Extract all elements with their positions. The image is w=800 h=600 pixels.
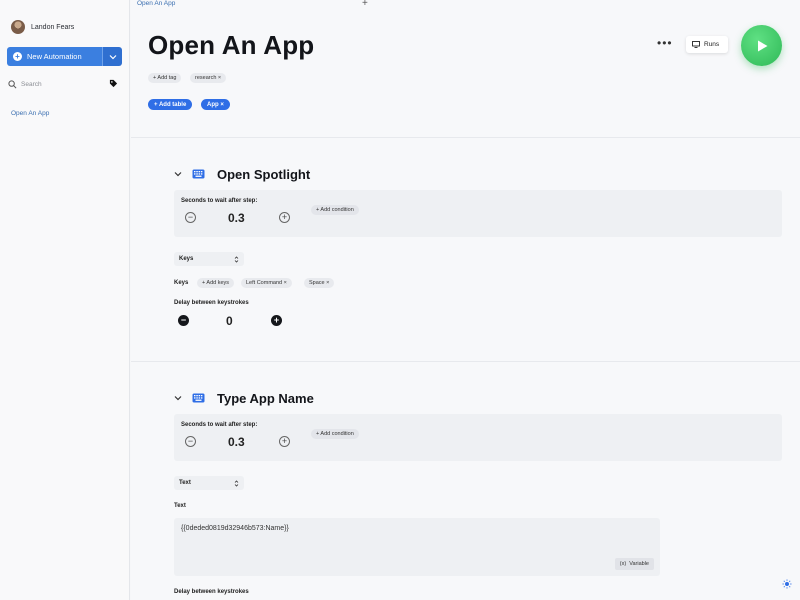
tag-research[interactable]: research ×: [190, 73, 227, 83]
step-title: Type App Name: [217, 391, 314, 406]
step-settings-panel: Seconds to wait after step: − 0.3 + + Ad…: [174, 190, 782, 237]
sidebar-item-open-an-app[interactable]: Open An App: [11, 110, 49, 117]
user-profile[interactable]: Landon Fears: [11, 20, 74, 34]
new-automation-dropdown-button[interactable]: [102, 47, 122, 66]
text-value: {{0deded0819d32946b573:Name}}: [181, 525, 289, 532]
add-tab-button[interactable]: +: [362, 0, 368, 9]
theme-toggle-sun-icon[interactable]: [782, 579, 792, 589]
sidebar: Landon Fears + New Automation Open An Ap…: [0, 0, 130, 600]
decrement-wait-button[interactable]: −: [185, 212, 196, 223]
search-icon: [8, 79, 17, 88]
runs-button[interactable]: Runs: [686, 36, 728, 53]
collapse-step-chevron-icon[interactable]: [174, 171, 182, 177]
avatar: [11, 20, 25, 34]
runs-label: Runs: [704, 41, 720, 48]
delay-value[interactable]: 0: [226, 314, 233, 328]
table-app[interactable]: App ×: [201, 99, 230, 110]
wait-value[interactable]: 0.3: [228, 435, 245, 449]
increment-wait-button[interactable]: +: [279, 436, 290, 447]
run-automation-button[interactable]: [741, 25, 782, 66]
key-chip-left-command[interactable]: Left Command ×: [241, 278, 292, 288]
variable-icon: (x): [619, 561, 627, 567]
search-bar: [8, 77, 120, 91]
variable-button[interactable]: (x) Variable: [614, 558, 654, 570]
decrement-delay-button[interactable]: −: [178, 315, 189, 326]
tag-icon[interactable]: [109, 79, 118, 88]
monitor-icon: [692, 41, 700, 48]
action-type-value: Text: [179, 480, 191, 486]
keyboard-icon: [192, 393, 205, 403]
variable-label: Variable: [629, 561, 649, 567]
tab-open-an-app[interactable]: Open An App: [137, 0, 175, 7]
action-type-select[interactable]: Keys: [174, 252, 244, 266]
key-chip-space[interactable]: Space ×: [304, 278, 335, 288]
wait-label: Seconds to wait after step:: [181, 422, 258, 428]
decrement-wait-button[interactable]: −: [185, 436, 196, 447]
add-condition-button[interactable]: + Add condition: [311, 429, 359, 439]
user-name: Landon Fears: [31, 23, 75, 31]
add-condition-button[interactable]: + Add condition: [311, 205, 359, 215]
increment-wait-button[interactable]: +: [279, 212, 290, 223]
page-title: Open An App: [148, 30, 315, 60]
plus-circle-icon: +: [13, 52, 22, 61]
divider: [131, 137, 800, 138]
step-title: Open Spotlight: [217, 167, 311, 182]
keyboard-icon: [192, 169, 205, 179]
add-tag-button[interactable]: + Add tag: [148, 73, 182, 83]
delay-label: Delay between keystrokes: [174, 589, 249, 595]
wait-value[interactable]: 0.3: [228, 211, 245, 225]
new-automation-button[interactable]: + New Automation: [7, 47, 102, 66]
chevron-down-icon: [109, 54, 116, 59]
keys-label: Keys: [174, 280, 189, 286]
text-input[interactable]: {{0deded0819d32946b573:Name}} (x) Variab…: [174, 518, 660, 576]
add-table-button[interactable]: + Add table: [148, 99, 193, 110]
collapse-step-chevron-icon[interactable]: [174, 395, 182, 401]
new-automation-split-button: + New Automation: [7, 47, 122, 66]
delay-label: Delay between keystrokes: [174, 300, 249, 306]
chevron-updown-icon: [234, 479, 239, 487]
divider: [131, 361, 800, 362]
more-options-button[interactable]: •••: [657, 36, 673, 50]
text-label: Text: [174, 503, 186, 509]
action-type-select[interactable]: Text: [174, 476, 244, 490]
play-icon: [757, 40, 767, 51]
increment-delay-button[interactable]: +: [271, 315, 282, 326]
wait-label: Seconds to wait after step:: [181, 198, 258, 204]
search-input[interactable]: [21, 80, 101, 88]
step-settings-panel: Seconds to wait after step: − 0.3 + + Ad…: [174, 414, 782, 461]
chevron-updown-icon: [234, 255, 239, 263]
add-keys-button[interactable]: + Add keys: [197, 278, 235, 288]
action-type-value: Keys: [179, 256, 194, 262]
new-automation-label: New Automation: [27, 52, 82, 61]
main-content: Open An App + Open An App ••• Runs + Add…: [131, 0, 800, 600]
